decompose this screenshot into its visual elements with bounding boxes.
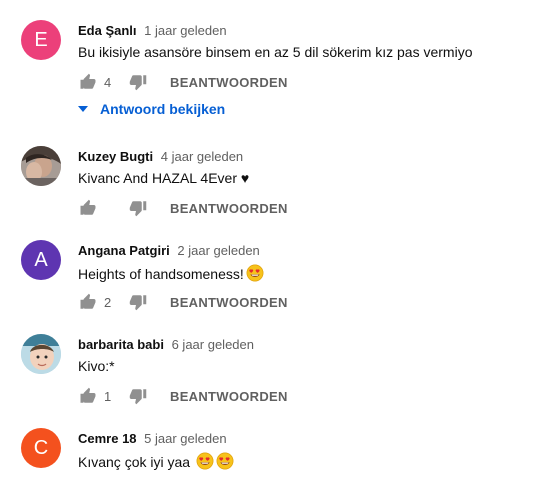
- comment-text: Kivanc And HAZAL 4Ever ♥: [78, 170, 250, 186]
- comment-author[interactable]: Eda Şanlı: [78, 23, 137, 38]
- like-button[interactable]: [78, 198, 98, 218]
- comment-author[interactable]: Kuzey Bugti: [78, 149, 153, 164]
- thumb-down-icon: [129, 199, 147, 217]
- thumb-up-icon: [79, 387, 97, 405]
- comment-action-bar: BEANTWOORDEN: [78, 196, 288, 220]
- like-button[interactable]: [78, 72, 98, 92]
- view-replies-label: Antwoord bekijken: [100, 101, 226, 117]
- comment-text: Heights of handsomeness!: [78, 266, 244, 282]
- comment-text: Bu ikisiyle asansöre binsem en az 5 dil …: [78, 44, 473, 60]
- comment-text-line: Kıvanç çok iyi yaa: [78, 452, 234, 470]
- thumb-up-icon: [79, 73, 97, 91]
- comment-author[interactable]: barbarita babi: [78, 337, 164, 352]
- thumb-up-icon: [79, 293, 97, 311]
- thumb-up-icon: [79, 199, 97, 217]
- avatar[interactable]: [21, 146, 61, 186]
- caret-down-icon: [78, 106, 88, 112]
- avatar[interactable]: C: [21, 428, 61, 468]
- like-button[interactable]: [78, 386, 98, 406]
- avatar[interactable]: A: [21, 240, 61, 280]
- like-button[interactable]: [78, 292, 98, 312]
- profile-photo-image: [21, 146, 61, 186]
- avatar[interactable]: [21, 334, 61, 374]
- reply-button[interactable]: BEANTWOORDEN: [170, 389, 288, 404]
- reply-button[interactable]: BEANTWOORDEN: [170, 75, 288, 90]
- thumb-down-icon: [129, 73, 147, 91]
- comment-text-line: Heights of handsomeness!: [78, 264, 264, 282]
- reply-button[interactable]: BEANTWOORDEN: [170, 201, 288, 216]
- heart-eyes-emoji-icon: [246, 264, 264, 282]
- view-replies-button[interactable]: Antwoord bekijken: [78, 101, 225, 117]
- heart-eyes-emoji-icon: [216, 452, 234, 470]
- like-count: 2: [104, 294, 112, 310]
- reply-button[interactable]: BEANTWOORDEN: [170, 295, 288, 310]
- avatar-letter: A: [34, 248, 48, 271]
- dislike-button[interactable]: [128, 386, 148, 406]
- dislike-button[interactable]: [128, 72, 148, 92]
- avatar-letter: E: [34, 28, 48, 51]
- avatar[interactable]: E: [21, 20, 61, 60]
- comment-timestamp[interactable]: 1 jaar geleden: [144, 23, 226, 38]
- like-count: 1: [104, 388, 112, 404]
- heart-eyes-emoji-icon: [196, 452, 214, 470]
- avatar-letter: C: [33, 436, 49, 459]
- comment-timestamp[interactable]: 5 jaar geleden: [144, 431, 226, 446]
- dislike-button[interactable]: [128, 198, 148, 218]
- comment-action-bar: 1 BEANTWOORDEN: [78, 384, 288, 408]
- comment-action-bar: 2 BEANTWOORDEN: [78, 290, 288, 314]
- profile-photo-image: [21, 334, 61, 374]
- like-count: 4: [104, 74, 112, 90]
- comment-text: Kıvanç çok iyi yaa: [78, 454, 191, 470]
- dislike-button[interactable]: [128, 292, 148, 312]
- comment-author[interactable]: Cemre 18: [78, 431, 137, 446]
- thumb-down-icon: [129, 387, 147, 405]
- thumb-down-icon: [129, 293, 147, 311]
- comment-timestamp[interactable]: 6 jaar geleden: [172, 337, 254, 352]
- comment-action-bar: 4 BEANTWOORDEN: [78, 70, 288, 94]
- comment-author[interactable]: Angana Patgiri: [78, 243, 170, 258]
- comment-timestamp[interactable]: 2 jaar geleden: [177, 243, 259, 258]
- comment-timestamp[interactable]: 4 jaar geleden: [161, 149, 243, 164]
- comment-text: Kivo:*: [78, 358, 115, 374]
